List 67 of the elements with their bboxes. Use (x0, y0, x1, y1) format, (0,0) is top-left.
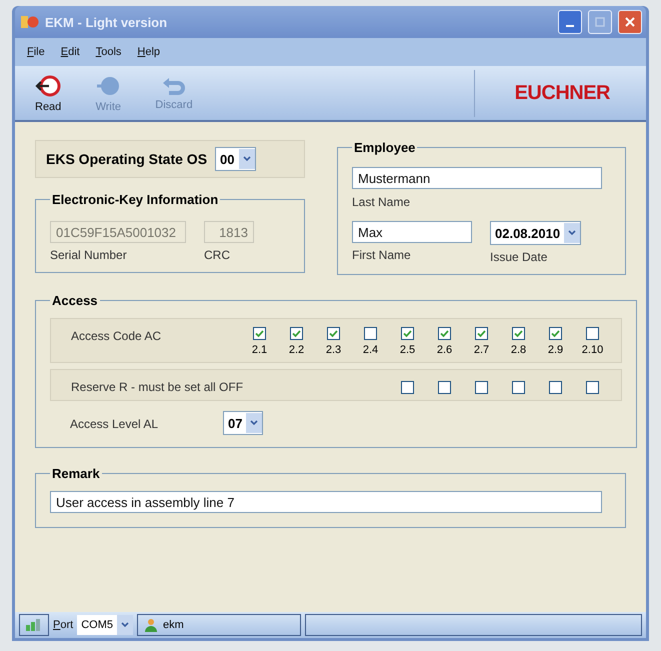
checkbox[interactable] (253, 327, 266, 340)
field-label: CRC (204, 248, 231, 262)
minimize-button[interactable] (558, 10, 582, 34)
menu-item[interactable]: File (27, 46, 45, 58)
checkbox-label: 2.3 (326, 344, 342, 356)
checkbox-label: 2.7 (474, 344, 490, 356)
checkbox[interactable] (401, 327, 414, 340)
checkbox-label: 2.5 (400, 344, 416, 356)
menu-item[interactable]: Tools (96, 46, 122, 58)
checkbox[interactable] (549, 381, 562, 394)
reserve-label: Reserve R - must be set all OFF (71, 379, 244, 394)
user-icon (144, 618, 158, 632)
checkbox-label: 2.2 (288, 344, 304, 356)
group-title: Remark (51, 466, 101, 481)
logo: EUCHNER (474, 70, 626, 116)
close-button[interactable] (618, 10, 642, 34)
group-title: Access (51, 293, 99, 308)
first-name-field[interactable]: Max (352, 221, 472, 243)
remark-field[interactable]: User access in assembly line 7 (50, 491, 602, 513)
key-arrow-icon (35, 73, 62, 99)
checkbox[interactable] (512, 381, 525, 394)
checkbox[interactable] (327, 327, 340, 340)
access-level-dropdown[interactable]: 07 (223, 411, 264, 435)
serial-number-field[interactable]: 01C59F15A5001032 (50, 221, 186, 243)
window-title: EKM - Light version (45, 14, 168, 30)
checkbox[interactable] (512, 327, 525, 340)
access-code-label: Access Code AC (71, 328, 162, 343)
checkbox-label: 2.1 (252, 344, 268, 356)
issue-date-dropdown[interactable]: 02.08.2010 (490, 221, 582, 245)
minimize-icon (566, 25, 574, 27)
field-label: Issue Date (490, 250, 548, 264)
operating-state-label: EKS Operating State OS (46, 151, 208, 167)
checkbox[interactable] (290, 327, 303, 340)
close-icon (624, 16, 636, 28)
user-name: ekm (162, 619, 184, 631)
menu-item[interactable]: Edit (60, 46, 80, 58)
group-title: Employee (353, 140, 416, 155)
app-icon (21, 14, 39, 30)
crc-field[interactable]: 1813 (204, 221, 254, 243)
group-title: Electronic-Key Information (51, 192, 220, 207)
port-label: Port (53, 619, 74, 631)
checkbox[interactable] (475, 327, 488, 340)
checkbox-label: 2.9 (548, 344, 564, 356)
port-dropdown[interactable]: COM5 (77, 615, 133, 635)
access-level-label: Access Level AL (70, 416, 160, 431)
maximize-icon (595, 17, 605, 27)
checkbox[interactable] (586, 381, 599, 394)
checkbox-label: 2.4 (362, 344, 378, 356)
checkbox-label: 2.10 (582, 344, 604, 356)
signal-icon (26, 619, 42, 631)
operating-state-dropdown[interactable]: 00 (215, 147, 256, 171)
menu-item[interactable]: Help (137, 46, 160, 58)
checkbox[interactable] (586, 327, 599, 340)
toolbar-button[interactable]: Read (35, 73, 62, 113)
checkbox[interactable] (438, 381, 451, 394)
checkbox[interactable] (364, 327, 377, 340)
checkbox-label: 2.6 (436, 344, 452, 356)
field-label: First Name (352, 248, 412, 262)
checkbox[interactable] (549, 327, 562, 340)
field-label: Serial Number (50, 248, 128, 262)
field-label: Last Name (352, 195, 412, 209)
undo-icon (160, 75, 187, 97)
checkbox[interactable] (438, 327, 451, 340)
last-name-field[interactable]: Mustermann (352, 167, 602, 189)
checkbox[interactable] (475, 381, 488, 394)
checkbox-label: 2.8 (510, 344, 526, 356)
checkbox[interactable] (401, 381, 414, 394)
